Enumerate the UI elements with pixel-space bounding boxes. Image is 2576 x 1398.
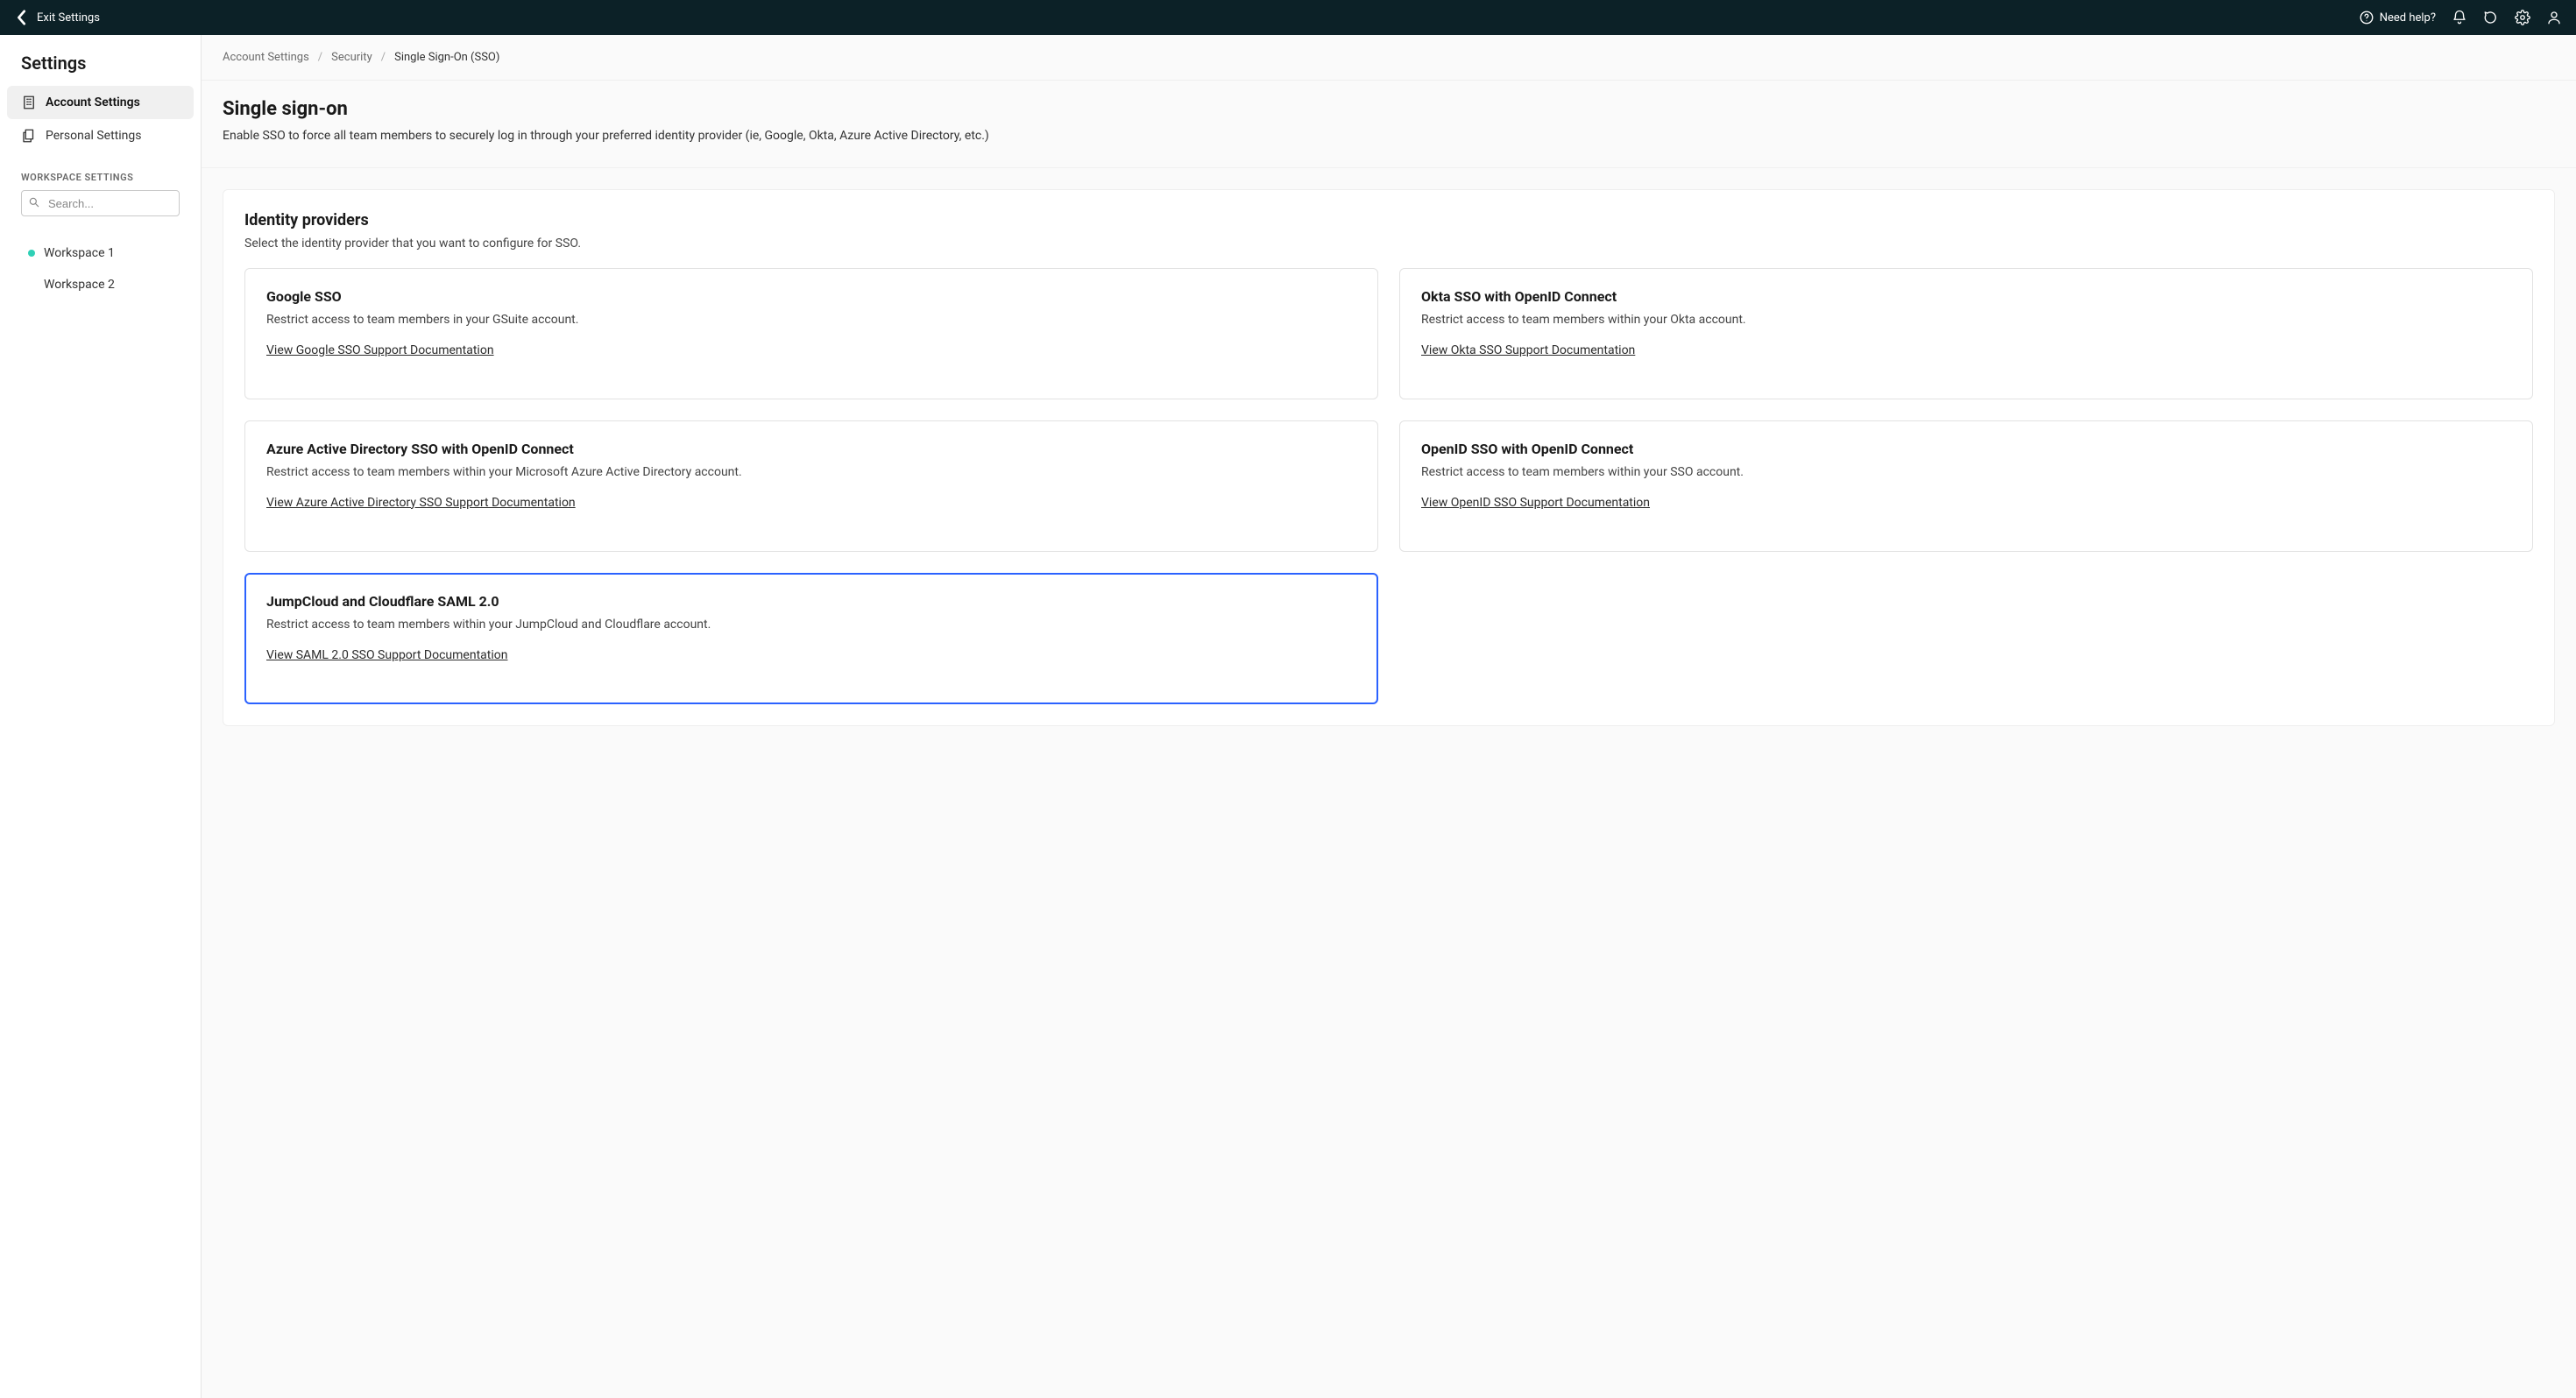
breadcrumb-link[interactable]: Security: [331, 51, 372, 64]
provider-title: JumpCloud and Cloudflare SAML 2.0: [266, 593, 1356, 610]
topbar-right: Need help?: [2359, 10, 2562, 25]
provider-doc-link[interactable]: View OpenID SSO Support Documentation: [1421, 496, 1650, 510]
gear-icon[interactable]: [2515, 10, 2530, 25]
provider-card-google[interactable]: Google SSO Restrict access to team membe…: [244, 268, 1378, 399]
workspace-item[interactable]: Workspace 1: [7, 237, 194, 269]
provider-description: Restrict access to team members within y…: [266, 464, 1356, 482]
breadcrumb-current: Single Sign-On (SSO): [394, 51, 499, 64]
exit-settings-label: Exit Settings: [37, 11, 100, 25]
breadcrumb-link[interactable]: Account Settings: [223, 51, 309, 64]
breadcrumb: Account Settings / Security / Single Sig…: [202, 35, 2576, 81]
sidebar: Settings Account Settings Personal Setti…: [0, 35, 202, 1398]
documents-icon: [21, 128, 37, 144]
user-icon[interactable]: [2546, 10, 2562, 25]
provider-card-azure[interactable]: Azure Active Directory SSO with OpenID C…: [244, 420, 1378, 552]
chevron-left-icon: [14, 10, 30, 25]
provider-doc-link[interactable]: View SAML 2.0 SSO Support Documentation: [266, 648, 507, 662]
provider-grid: Google SSO Restrict access to team membe…: [244, 268, 2533, 704]
topbar: Exit Settings Need help?: [0, 0, 2576, 35]
workspace-section-label: WORKSPACE SETTINGS: [7, 152, 194, 190]
workspace-list: Workspace 1 Workspace 2: [7, 222, 194, 300]
sidebar-item-label: Personal Settings: [46, 129, 141, 143]
provider-doc-link[interactable]: View Azure Active Directory SSO Support …: [266, 496, 576, 510]
provider-doc-link[interactable]: View Google SSO Support Documentation: [266, 343, 494, 357]
need-help-label: Need help?: [2380, 11, 2436, 25]
provider-description: Restrict access to team members within y…: [1421, 464, 2511, 482]
workspace-item[interactable]: Workspace 2: [7, 269, 194, 300]
sidebar-title: Settings: [7, 53, 194, 86]
provider-card-okta[interactable]: Okta SSO with OpenID Connect Restrict ac…: [1399, 268, 2533, 399]
panel-title: Identity providers: [244, 211, 2533, 229]
help-icon: [2359, 10, 2374, 25]
provider-doc-link[interactable]: View Okta SSO Support Documentation: [1421, 343, 1635, 357]
building-icon: [21, 95, 37, 110]
breadcrumb-sep: /: [381, 51, 386, 64]
provider-description: Restrict access to team members within y…: [266, 617, 1356, 634]
search-icon: [28, 196, 40, 208]
main: Account Settings / Security / Single Sig…: [202, 35, 2576, 1398]
provider-card-openid[interactable]: OpenID SSO with OpenID Connect Restrict …: [1399, 420, 2533, 552]
workspace-label: Workspace 1: [44, 246, 115, 260]
sidebar-item-account-settings[interactable]: Account Settings: [7, 86, 194, 119]
sidebar-item-personal-settings[interactable]: Personal Settings: [7, 119, 194, 152]
provider-title: Azure Active Directory SSO with OpenID C…: [266, 441, 1356, 457]
panel-description: Select the identity provider that you wa…: [244, 237, 2533, 251]
provider-description: Restrict access to team members in your …: [266, 312, 1356, 329]
page-head: Single sign-on Enable SSO to force all t…: [202, 81, 2576, 168]
breadcrumb-sep: /: [318, 51, 322, 64]
provider-title: Google SSO: [266, 288, 1356, 305]
search-wrap: [7, 190, 194, 222]
exit-settings-button[interactable]: Exit Settings: [14, 10, 100, 25]
page-title: Single sign-on: [223, 98, 2555, 120]
workspace-search-input[interactable]: [21, 190, 180, 216]
provider-title: OpenID SSO with OpenID Connect: [1421, 441, 2511, 457]
need-help-button[interactable]: Need help?: [2359, 10, 2436, 25]
provider-card-saml[interactable]: JumpCloud and Cloudflare SAML 2.0 Restri…: [244, 573, 1378, 704]
identity-providers-panel: Identity providers Select the identity p…: [223, 189, 2555, 726]
provider-description: Restrict access to team members within y…: [1421, 312, 2511, 329]
page-description: Enable SSO to force all team members to …: [223, 129, 2555, 143]
sidebar-item-label: Account Settings: [46, 95, 140, 109]
chat-icon[interactable]: [2483, 10, 2499, 25]
bell-icon[interactable]: [2452, 10, 2467, 25]
workspace-label: Workspace 2: [44, 278, 115, 292]
status-dot-icon: [28, 250, 35, 257]
provider-title: Okta SSO with OpenID Connect: [1421, 288, 2511, 305]
